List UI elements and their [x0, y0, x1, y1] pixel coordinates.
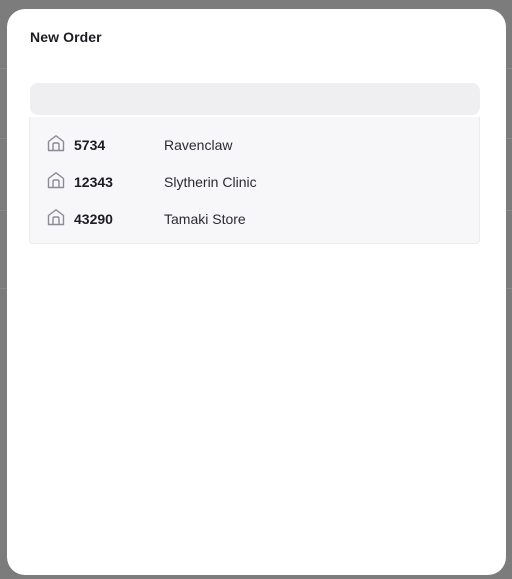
store-icon: [47, 172, 65, 189]
store-search-input[interactable]: [30, 83, 480, 115]
store-icon: [47, 135, 65, 152]
search-results-dropdown: 5734 Ravenclaw 12343 Slytherin Clinic 43…: [29, 117, 480, 244]
result-row[interactable]: 12343 Slytherin Clinic: [30, 166, 479, 203]
store-code: 43290: [74, 211, 113, 227]
store-name: Ravenclaw: [164, 137, 233, 153]
new-order-modal: New Order 5734 Ravenclaw 12343 Slytherin…: [7, 9, 506, 575]
store-icon: [47, 209, 65, 226]
store-name: Slytherin Clinic: [164, 174, 257, 190]
store-code: 12343: [74, 174, 113, 190]
store-name: Tamaki Store: [164, 211, 246, 227]
result-row[interactable]: 5734 Ravenclaw: [30, 129, 479, 166]
store-code: 5734: [74, 137, 106, 153]
result-row[interactable]: 43290 Tamaki Store: [30, 203, 479, 240]
modal-title: New Order: [30, 29, 102, 45]
